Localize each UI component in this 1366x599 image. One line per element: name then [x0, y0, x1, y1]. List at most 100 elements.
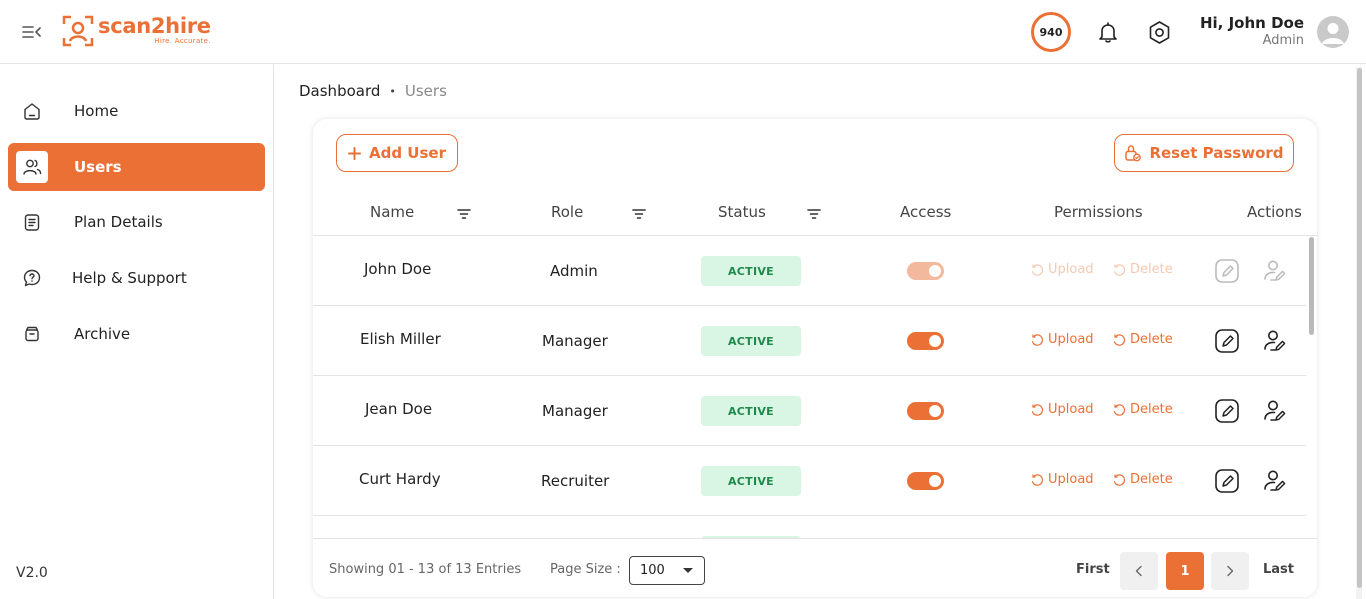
page-1-button[interactable]: 1: [1166, 552, 1204, 590]
lock-reset-icon: [1124, 144, 1142, 162]
edit-user-icon: [1214, 258, 1240, 284]
user-role: Admin: [1262, 33, 1304, 48]
upload-label: Upload: [1048, 262, 1094, 277]
sidebar-item-home[interactable]: Home: [8, 87, 265, 135]
user-edit-icon[interactable]: [1262, 398, 1288, 424]
filter-icon[interactable]: [457, 205, 471, 219]
upload-label: Upload: [1048, 402, 1094, 417]
delete-permission[interactable]: Delete: [1112, 332, 1173, 347]
delete-permission-icon: [1113, 263, 1126, 276]
sidebar-item-label: Home: [74, 102, 119, 120]
user-edit-icon[interactable]: [1262, 468, 1288, 494]
user-edit-icon[interactable]: [1262, 328, 1288, 354]
user-role: Recruiter: [541, 472, 610, 490]
status-badge: ACTIVE: [701, 396, 801, 426]
page-size-label: Page Size :: [550, 562, 621, 577]
credits-badge[interactable]: 940: [1031, 12, 1071, 52]
delete-label: Delete: [1130, 332, 1173, 347]
page-scrollbar-thumb[interactable]: [1357, 68, 1362, 588]
breadcrumb: Dashboard • Users: [299, 82, 447, 100]
user-avatar-icon[interactable]: [1317, 16, 1349, 48]
delete-permission[interactable]: Delete: [1112, 402, 1173, 417]
add-user-label: Add User: [369, 144, 446, 162]
page-size-value: 100: [640, 563, 665, 578]
column-header-status: Status: [718, 203, 766, 221]
filter-icon[interactable]: [807, 205, 821, 219]
settings-icon[interactable]: [1147, 20, 1172, 45]
brand-logo[interactable]: scan2hire Hire. Accurate.: [62, 15, 211, 49]
brand-tagline: Hire. Accurate.: [154, 37, 211, 45]
sidebar-item-plan-details[interactable]: Plan Details: [8, 198, 265, 246]
sidebar-item-users[interactable]: Users: [8, 143, 265, 191]
sidebar-item-label: Archive: [74, 325, 131, 343]
menu-collapse-icon[interactable]: [22, 24, 42, 40]
sidebar-item-help-support[interactable]: Help & Support: [8, 254, 265, 302]
breadcrumb-dashboard[interactable]: Dashboard: [299, 82, 380, 100]
sidebar-item-label: Help & Support: [72, 269, 187, 287]
status-badge: ACTIVE: [701, 256, 801, 286]
status-badge: ACTIVE: [701, 326, 801, 356]
delete-permission[interactable]: Delete: [1112, 472, 1173, 487]
sidebar-item-label: Plan Details: [74, 213, 163, 231]
user-role: Manager: [542, 332, 608, 350]
upload-permission-icon: [1031, 473, 1044, 486]
plus-icon: [348, 146, 361, 160]
table-row: John Doe Admin ACTIVE Upload Delete: [313, 236, 1306, 306]
reset-password-label: Reset Password: [1149, 144, 1284, 162]
column-header-permissions: Permissions: [1054, 203, 1143, 221]
first-page-link[interactable]: First: [1076, 562, 1110, 577]
page-size-select[interactable]: 100: [629, 556, 705, 585]
column-header-name: Name: [370, 203, 415, 221]
delete-permission-icon: [1113, 473, 1126, 486]
breadcrumb-separator: •: [389, 84, 396, 98]
upload-permission-icon: [1031, 333, 1044, 346]
table-row: Curt Hardy Recruiter ACTIVE Upload Delet…: [313, 446, 1306, 516]
help-icon: [16, 262, 48, 294]
user-name: Elish Miller: [360, 330, 441, 348]
logo-scan-icon: [62, 15, 94, 47]
user-edit-icon: [1262, 258, 1288, 284]
access-toggle[interactable]: [907, 332, 944, 350]
brand-name: scan2hire: [98, 14, 211, 38]
upload-permission: Upload: [1030, 262, 1094, 277]
delete-label: Delete: [1130, 402, 1173, 417]
access-toggle[interactable]: [907, 402, 944, 420]
user-info: Hi, John Doe Admin: [1200, 14, 1304, 50]
chevron-left-icon: [1135, 565, 1142, 577]
delete-label: Delete: [1130, 472, 1173, 487]
upload-permission[interactable]: Upload: [1030, 332, 1094, 347]
table-row: Elish Miller Manager ACTIVE Upload Delet…: [313, 306, 1306, 376]
reset-password-button[interactable]: Reset Password: [1114, 134, 1294, 172]
delete-label: Delete: [1130, 262, 1173, 277]
filter-icon[interactable]: [632, 205, 646, 219]
bell-icon[interactable]: [1096, 20, 1120, 44]
add-user-button[interactable]: Add User: [336, 134, 458, 172]
next-page-button[interactable]: [1211, 552, 1249, 590]
upload-label: Upload: [1048, 332, 1094, 347]
access-toggle: [907, 262, 944, 280]
sidebar: Home Users Plan Details Help & Support A…: [0, 65, 274, 599]
user-name: John Doe: [364, 260, 432, 278]
last-page-link[interactable]: Last: [1263, 562, 1294, 577]
user-role: Manager: [542, 402, 608, 420]
column-header-role: Role: [551, 203, 584, 221]
edit-user-icon[interactable]: [1214, 468, 1240, 494]
chevron-right-icon: [1227, 565, 1234, 577]
delete-permission-icon: [1113, 403, 1126, 416]
upload-permission-icon: [1031, 403, 1044, 416]
prev-page-button[interactable]: [1120, 552, 1158, 590]
edit-user-icon[interactable]: [1214, 398, 1240, 424]
access-toggle[interactable]: [907, 472, 944, 490]
edit-user-icon[interactable]: [1214, 328, 1240, 354]
user-name: Jean Doe: [365, 400, 433, 418]
upload-permission[interactable]: Upload: [1030, 472, 1094, 487]
sidebar-item-archive[interactable]: Archive: [8, 310, 265, 358]
top-header: scan2hire Hire. Accurate. 940 Hi, John D…: [0, 0, 1366, 64]
users-card: Add User Reset Password Name Role Status…: [313, 119, 1317, 597]
entries-summary: Showing 01 - 13 of 13 Entries: [329, 562, 522, 577]
upload-permission[interactable]: Upload: [1030, 402, 1094, 417]
chevron-down-icon: [683, 568, 693, 573]
table-body: John Doe Admin ACTIVE Upload Delete Elis…: [313, 236, 1306, 538]
breadcrumb-current: Users: [404, 82, 447, 100]
table-scrollbar-thumb[interactable]: [1309, 237, 1314, 335]
